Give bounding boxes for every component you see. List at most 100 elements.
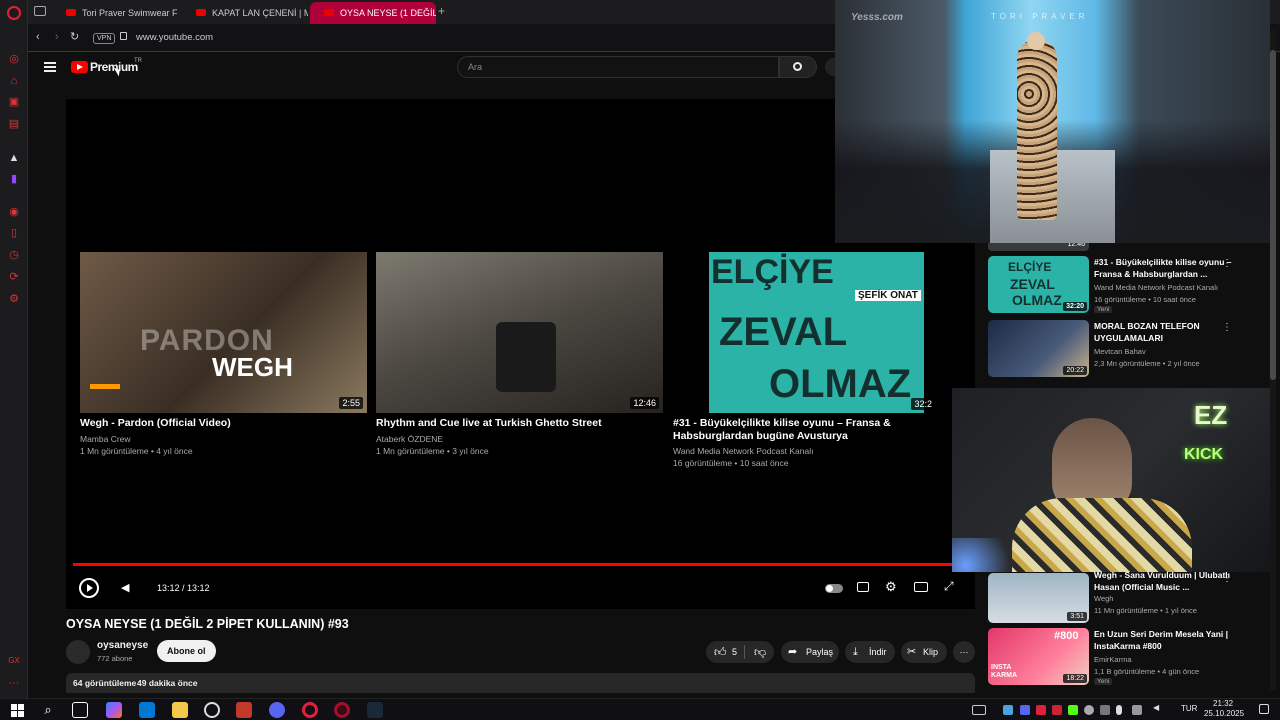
progress-bar[interactable] <box>73 563 968 566</box>
discord-icon[interactable] <box>269 702 285 718</box>
video-app-icon[interactable] <box>236 702 252 718</box>
card-channel[interactable]: Wand Media Network Podcast Kanalı <box>673 445 813 457</box>
aria-icon[interactable]: ▲ <box>7 151 21 165</box>
clock-date[interactable]: 25.10.2025 <box>1204 709 1244 718</box>
like-icon[interactable]: 👍︎ <box>714 641 727 663</box>
related-item[interactable]: #800 INSTA KARMA 18:22 En Uzun Seri Deri… <box>988 628 1268 690</box>
forward-icon[interactable]: › <box>55 31 59 43</box>
related-thumbnail[interactable]: #800 INSTA KARMA 18:22 <box>988 628 1089 685</box>
vpn-badge[interactable]: VPN <box>93 33 116 44</box>
scrollbar[interactable] <box>1270 30 1276 690</box>
keyboard-icon[interactable] <box>972 705 986 715</box>
card-channel[interactable]: Ataberk ÖZDENE <box>376 433 443 445</box>
pinboard-icon[interactable]: ▯ <box>7 226 21 240</box>
related-channel[interactable]: Wegh <box>1094 594 1113 603</box>
card-channel[interactable]: Mamba Crew <box>80 433 131 445</box>
description-box[interactable]: 64 görüntüleme 49 dakika önce <box>66 673 975 693</box>
notifications-icon[interactable] <box>1259 704 1269 714</box>
related-channel[interactable]: EmirKarma <box>1094 655 1132 664</box>
search-input[interactable]: Ara <box>457 56 779 78</box>
search-taskbar-icon[interactable]: ⌕ <box>40 702 56 718</box>
instagram-icon[interactable]: ▣ <box>7 95 21 109</box>
related-channel[interactable]: Wand Media Network Podcast Kanalı <box>1094 283 1218 292</box>
tab-kapat-lan[interactable]: KAPAT LAN ÇENENİ | Ma <box>182 2 308 24</box>
related-thumbnail[interactable]: ELÇİYE ZEVAL OLMAZ 32:20 <box>988 256 1089 313</box>
tray-app-icon[interactable] <box>1084 705 1094 715</box>
tray-app-icon[interactable] <box>1052 705 1062 715</box>
search-button[interactable] <box>779 56 817 78</box>
related-thumb-partial[interactable]: 12:46 <box>988 241 1089 251</box>
autoplay-toggle[interactable] <box>825 584 843 593</box>
card-title[interactable]: Wegh - Pardon (Official Video) <box>80 417 367 430</box>
clip-button[interactable]: ✂ Klip <box>901 641 947 663</box>
tray-app-icon[interactable] <box>1100 705 1110 715</box>
opera-taskbar-icon[interactable] <box>302 702 318 718</box>
messenger-icon[interactable]: ▤ <box>7 117 21 131</box>
back-icon[interactable]: ‹ <box>36 31 40 43</box>
opera-logo-icon[interactable] <box>7 6 21 20</box>
related-item[interactable]: 3:51 Wegh - Sana Vurulduum | Ulubatlı Ha… <box>988 570 1268 625</box>
extensions-icon[interactable]: ⟳ <box>7 270 21 284</box>
related-item[interactable]: ELÇİYE ZEVAL OLMAZ 32:20 #31 - Büyükelçi… <box>988 256 1268 318</box>
history-icon[interactable]: ◷ <box>7 248 21 262</box>
file-explorer-icon[interactable] <box>172 702 188 718</box>
card-title[interactable]: Rhythm and Cue live at Turkish Ghetto St… <box>376 417 663 430</box>
related-item[interactable]: 20:22 MORAL BOZAN TELEFON UYGULAMALARI M… <box>988 320 1268 382</box>
endscreen-thumbnail[interactable]: 12:46 <box>376 252 663 413</box>
player-icon[interactable]: ◉ <box>7 205 21 219</box>
steam-icon[interactable] <box>367 702 383 718</box>
download-button[interactable]: ⤓ İndir <box>845 641 895 663</box>
speed-dial-icon[interactable]: ◎ <box>7 52 21 66</box>
replay-button[interactable] <box>79 578 99 598</box>
volume-icon[interactable]: ◀ <box>121 581 129 594</box>
scrollbar-thumb[interactable] <box>1270 50 1276 380</box>
clock-time[interactable]: 21:32 <box>1213 699 1233 708</box>
youtube-logo-icon[interactable] <box>71 61 88 73</box>
tab-island-icon[interactable] <box>34 6 46 16</box>
channel-avatar[interactable] <box>66 640 90 664</box>
opera-gx-taskbar-icon[interactable] <box>334 702 350 718</box>
subtitles-icon[interactable] <box>857 582 869 592</box>
share-button[interactable]: ➦ Paylaş <box>781 641 839 663</box>
more-actions-button[interactable]: ··· <box>953 641 975 663</box>
kebab-menu-icon[interactable]: ⋮ <box>1222 258 1232 269</box>
dislike-icon[interactable]: 👎︎ <box>754 641 766 663</box>
settings-gear-icon[interactable]: ⚙ <box>885 579 897 595</box>
endscreen-thumbnail[interactable]: ELÇİYE ZEVAL OLMAZ ŞEFİK ONAT <box>709 252 924 413</box>
tray-app-icon[interactable] <box>1132 705 1142 715</box>
kebab-menu-icon[interactable]: ⋮ <box>1222 322 1232 333</box>
volume-tray-icon[interactable]: ◀ <box>1153 703 1159 712</box>
endscreen-thumbnail[interactable]: PARDON WEGH 2:55 <box>80 252 367 413</box>
new-tab-button[interactable]: + <box>438 4 445 18</box>
more-icon[interactable]: ··· <box>7 676 21 690</box>
channel-name[interactable]: oysaneyse <box>97 640 148 651</box>
related-thumbnail[interactable]: 3:51 <box>988 573 1089 623</box>
kebab-menu-icon[interactable]: ⋮ <box>1222 573 1232 584</box>
theater-mode-icon[interactable] <box>914 582 928 592</box>
subscribe-button[interactable]: Abone ol <box>157 640 216 662</box>
microphone-icon[interactable] <box>1116 705 1122 715</box>
language-indicator[interactable]: TUR <box>1181 704 1197 713</box>
url-text[interactable]: www.youtube.com <box>136 32 213 43</box>
related-thumbnail[interactable]: 20:22 <box>988 320 1089 377</box>
tray-opera-icon[interactable] <box>1036 705 1046 715</box>
kebab-menu-icon[interactable]: ⋮ <box>1222 630 1232 641</box>
menu-icon[interactable] <box>44 62 56 72</box>
bookmark-icon[interactable]: ⌂ <box>7 74 21 88</box>
related-channel[interactable]: Mevtcan Bahav <box>1094 347 1146 356</box>
twitch-icon[interactable]: ▮ <box>7 172 21 186</box>
fullscreen-icon[interactable]: ⤢ <box>944 579 954 594</box>
windows-start-icon[interactable] <box>9 702 25 718</box>
tray-app-icon[interactable] <box>1003 705 1013 715</box>
copilot-icon[interactable] <box>106 702 122 718</box>
edge-icon[interactable] <box>139 702 155 718</box>
gx-icon[interactable]: GX <box>7 654 21 668</box>
reload-icon[interactable]: ↻ <box>70 30 79 43</box>
card-title[interactable]: #31 - Büyükelçilikte kilise oyunu – Fran… <box>673 417 943 443</box>
task-view-icon[interactable] <box>72 702 88 718</box>
tray-app-icon[interactable] <box>1068 705 1078 715</box>
tab-oysa-neyse[interactable]: OYSA NEYSE (1 DEĞİL 2 P <box>310 2 436 24</box>
tray-discord-icon[interactable] <box>1020 705 1030 715</box>
settings-icon[interactable]: ⚙ <box>7 292 21 306</box>
app-icon[interactable] <box>204 702 220 718</box>
